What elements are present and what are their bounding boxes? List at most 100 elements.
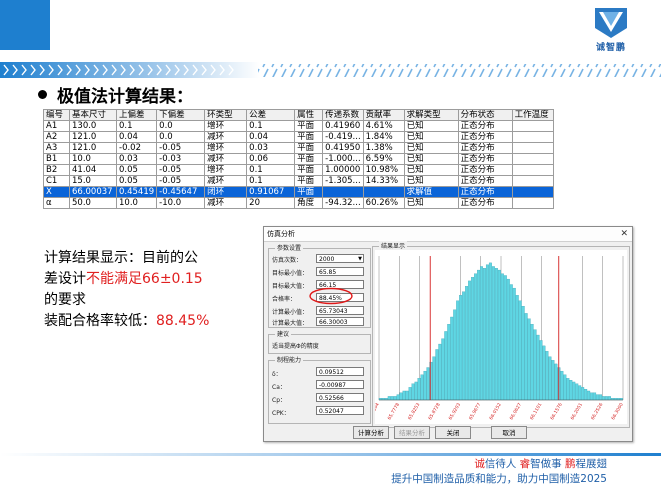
table-cell: A1	[43, 120, 70, 132]
delta-field: 0.09512	[316, 367, 364, 376]
cpk-field: 0.52047	[316, 406, 364, 415]
table-cell: 平面	[294, 120, 324, 132]
table-cell: 1.84%	[362, 131, 405, 143]
histogram-bar	[575, 383, 579, 401]
histogram-bar	[506, 278, 510, 401]
histogram-bar	[548, 356, 552, 401]
calc-min-label: 计算最小值：	[272, 309, 309, 316]
histogram-bar	[578, 385, 582, 401]
table-row[interactable]: A3 121.0 -0.02 -0.05 增环 0.03 平面 0.41950 1.38% 已知正…	[43, 142, 554, 154]
table-cell: 平面	[294, 164, 324, 176]
table-header-cell[interactable]: 公差	[246, 109, 296, 121]
table-cell: 0.1	[115, 120, 158, 132]
histogram-bar	[566, 378, 570, 401]
histogram-bar	[572, 381, 576, 401]
table-header-cell[interactable]: 编号	[43, 109, 70, 121]
chevron-down-icon: ▼	[358, 256, 362, 262]
table-cell: 10.98%	[362, 164, 405, 176]
result-analysis-button[interactable]: 结果分析	[394, 426, 430, 439]
table-cell: 0.45419	[115, 186, 158, 198]
table-header-cell[interactable]: 上偏差	[115, 109, 158, 121]
histogram-bar	[444, 331, 448, 401]
table-cell: 正态分布	[457, 164, 513, 176]
histogram-bar	[542, 345, 546, 401]
table-row[interactable]: X 66.00037 0.45419 -0.45647 闭环 0.91067 平面 求解值 正态…	[43, 186, 554, 198]
cancel-button[interactable]: 取消	[491, 426, 527, 439]
table-cell: -1.305...	[322, 175, 364, 187]
sim-count-select[interactable]: 2000 ▼	[316, 254, 364, 263]
table-cell: A3	[43, 142, 70, 154]
histogram-bar	[450, 316, 454, 401]
table-cell	[322, 186, 364, 198]
histogram-bar	[533, 329, 537, 401]
table-cell	[511, 175, 554, 187]
footer-slogan-1: 诚信待人 睿智做事 鹏程展翅	[474, 456, 607, 471]
table-cell: 已知	[403, 142, 459, 154]
histogram-chart: 65.7304 65.7778 65.8253 65.8728 65.9203 65.96…	[375, 250, 627, 424]
histogram-bar	[607, 396, 611, 401]
table-cell: -0.05	[156, 142, 206, 154]
histogram-bar	[554, 363, 558, 401]
table-row[interactable]: B1 10.0 0.03 -0.03 减环 0.06 平面 -1.000... 6.59% 已知正…	[43, 153, 554, 165]
table-cell: B2	[43, 164, 70, 176]
dialog-title: 仿真分析	[267, 230, 295, 238]
target-min-input[interactable]: 65.85	[316, 267, 364, 276]
table-cell: -0.419...	[322, 131, 364, 143]
histogram-bar	[474, 273, 478, 401]
close-button[interactable]: 关闭	[435, 426, 471, 439]
histogram-bar	[539, 340, 543, 401]
x-tick-label: 65.8253	[407, 402, 422, 421]
slogan-part-1: 信待人	[484, 458, 520, 470]
histogram-bar	[512, 287, 516, 401]
histogram-bar	[441, 338, 445, 401]
table-cell: 正态分布	[457, 197, 513, 209]
highlight-circle	[309, 287, 353, 305]
table-cell	[511, 142, 554, 154]
table-cell: 121.0	[69, 131, 117, 143]
table-cell: 0.0	[156, 120, 206, 132]
x-tick-label: 66.1576	[549, 402, 564, 421]
table-header-cell[interactable]: 贡献率	[362, 109, 405, 121]
histogram-bar	[482, 268, 486, 401]
table-cell: 66.00037	[69, 186, 117, 198]
table-row[interactable]: C1 15.0 0.05 -0.05 减环 0.1 平面 -1.305... 14.33% 已知正…	[43, 175, 554, 187]
advice-group: 建议 适当提高Φ的精度	[268, 329, 371, 354]
x-tick-label: 65.7778	[387, 402, 402, 421]
table-cell: 0.06	[246, 153, 296, 165]
table-header-cell[interactable]: 求解类型	[403, 109, 459, 121]
ca-label: Ca：	[272, 384, 286, 391]
table-row[interactable]: A2 121.0 0.04 0.0 减环 0.04 平面 -0.419... 1.84% 已知 正态…	[43, 131, 554, 143]
table-cell: 60.26%	[362, 197, 405, 209]
table-row[interactable]: A1 130.0 0.1 0.0 增环 0.1 平面 0.41960 4.61% 已知 正态分布	[43, 120, 554, 132]
table-header-cell[interactable]: 环类型	[204, 109, 248, 121]
table-cell: 正态分布	[457, 175, 513, 187]
histogram-bar	[468, 280, 472, 401]
table-cell: 角度	[294, 197, 324, 209]
table-header-cell[interactable]: 下偏差	[156, 109, 206, 121]
calc-min-field: 65.73043	[316, 306, 364, 315]
table-cell: 正态分布	[457, 186, 513, 198]
table-header-cell[interactable]: 基本尺寸	[69, 109, 117, 121]
table-cell: 已知	[403, 131, 459, 143]
table-cell: 正态分布	[457, 131, 513, 143]
table-row[interactable]: α 50.0 10.0 -10.0 减环 20 角度 -94.32... 60.26% 已知 正态分…	[43, 197, 554, 209]
calc-max-field: 66.30003	[316, 317, 364, 326]
table-row[interactable]: B2 41.04 0.05 -0.05 增环 0.1 平面 1.00000 10.98% 已知 正态…	[43, 164, 554, 176]
table-header-cell[interactable]: 分布状态	[457, 109, 513, 121]
close-icon[interactable]: ✕	[620, 227, 628, 241]
histogram-bar	[402, 390, 406, 401]
table-cell: -0.05	[156, 164, 206, 176]
cpk-label: CPK：	[272, 410, 290, 417]
table-header-cell[interactable]: 工作温度	[511, 109, 554, 121]
histogram-bar	[465, 286, 469, 401]
histogram-bar	[399, 392, 403, 401]
histogram-bar	[527, 318, 531, 401]
table-cell: 0.0	[156, 131, 206, 143]
table-cell: 正态分布	[457, 120, 513, 132]
histogram-bar	[587, 390, 591, 401]
table-header-cell[interactable]: 传递系数	[322, 109, 364, 121]
table-cell: 增环	[204, 164, 248, 176]
table-header-cell[interactable]: 属性	[294, 109, 324, 121]
simulate-button[interactable]: 计算分析	[353, 426, 389, 439]
table-cell: 减环	[204, 197, 248, 209]
